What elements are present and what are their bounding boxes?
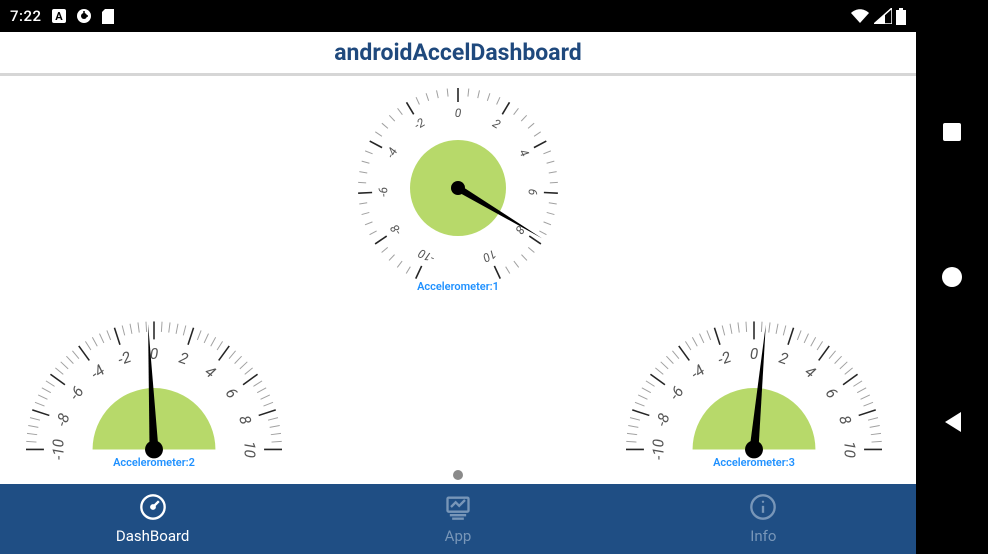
svg-text:10: 10: [480, 247, 498, 265]
svg-text:-10: -10: [649, 439, 667, 460]
svg-text:10: 10: [841, 441, 859, 458]
app-root: androidAccelDashboard -10-8-6-4-20246810…: [0, 32, 916, 554]
svg-text:6: 6: [526, 188, 540, 195]
system-home-button[interactable]: [939, 264, 965, 290]
svg-text:-6: -6: [376, 187, 390, 197]
svg-text:8: 8: [235, 413, 255, 427]
system-back-button[interactable]: [939, 409, 965, 435]
gauge-1-dial: -10-8-6-4-20246810: [352, 82, 564, 294]
sd-icon: [102, 9, 114, 24]
status-left: 7:22 A: [10, 7, 114, 25]
gauge-3-dial: -10 -8 -6-4 -2 0 246 8 10: [614, 304, 894, 464]
svg-text:-2: -2: [716, 348, 733, 369]
svg-text:0: 0: [455, 106, 462, 120]
svg-text:6: 6: [822, 385, 841, 402]
bottom-nav: DashBoard App Info: [0, 484, 916, 554]
signal-icon: [874, 8, 892, 24]
status-bar: 7:22 A: [0, 0, 916, 32]
status-time: 7:22: [10, 7, 42, 25]
svg-text:0: 0: [750, 345, 758, 363]
svg-text:-2: -2: [116, 348, 133, 369]
page-indicator-dot: [453, 470, 463, 480]
dashboard-content: -10-8-6-4-20246810 Accelerometer:1 -10-8…: [0, 76, 916, 484]
svg-text:-4: -4: [87, 361, 108, 383]
wifi-icon: [850, 8, 870, 24]
gauge-icon: [139, 493, 167, 525]
svg-text:4: 4: [516, 147, 532, 160]
svg-text:A: A: [55, 10, 63, 23]
svg-text:-8: -8: [387, 222, 404, 238]
battery-icon: [896, 8, 906, 25]
gauge-3: -10-8-6-4-20246810 Accelerometer:3: [614, 304, 894, 469]
page-title: androidAccelDashboard: [334, 39, 582, 66]
svg-text:-8: -8: [53, 411, 74, 428]
a-icon: A: [52, 9, 66, 23]
nav-app[interactable]: App: [305, 484, 610, 554]
info-icon: [749, 493, 777, 525]
svg-text:2: 2: [177, 349, 191, 369]
svg-text:4: 4: [802, 362, 819, 381]
device-frame: 7:22 A androidAccelDashboar: [0, 0, 988, 554]
svg-text:-6: -6: [666, 383, 688, 404]
system-nav-bar: [916, 0, 988, 554]
clock-icon: [76, 8, 92, 24]
svg-text:8: 8: [835, 413, 855, 427]
svg-text:10: 10: [241, 441, 259, 458]
svg-text:-10: -10: [49, 439, 67, 460]
nav-app-label: App: [445, 527, 472, 545]
svg-text:-4: -4: [687, 361, 708, 383]
nav-dashboard-label: DashBoard: [116, 527, 189, 545]
gauge-2: -10-8-6-4-20246810 Accelerometer:2: [14, 304, 294, 469]
status-right: [850, 8, 906, 25]
system-overview-button[interactable]: [939, 119, 965, 145]
nav-dashboard[interactable]: DashBoard: [0, 484, 305, 554]
svg-text:4: 4: [202, 362, 219, 381]
nav-info-label: Info: [750, 527, 776, 545]
svg-text:2: 2: [777, 349, 791, 369]
chart-icon: [444, 493, 472, 525]
svg-text:6: 6: [222, 385, 241, 402]
title-bar: androidAccelDashboard: [0, 32, 916, 76]
svg-text:-6: -6: [66, 383, 88, 404]
svg-text:-10: -10: [416, 246, 437, 266]
gauge-1: -10-8-6-4-20246810 Accelerometer:1: [352, 82, 564, 293]
svg-text:-2: -2: [412, 115, 428, 132]
svg-text:-8: -8: [653, 411, 674, 428]
svg-text:2: 2: [490, 116, 503, 132]
nav-info[interactable]: Info: [611, 484, 916, 554]
svg-text:-4: -4: [383, 145, 400, 161]
gauge-2-dial: -10-8-6-4-20246810: [14, 304, 294, 464]
